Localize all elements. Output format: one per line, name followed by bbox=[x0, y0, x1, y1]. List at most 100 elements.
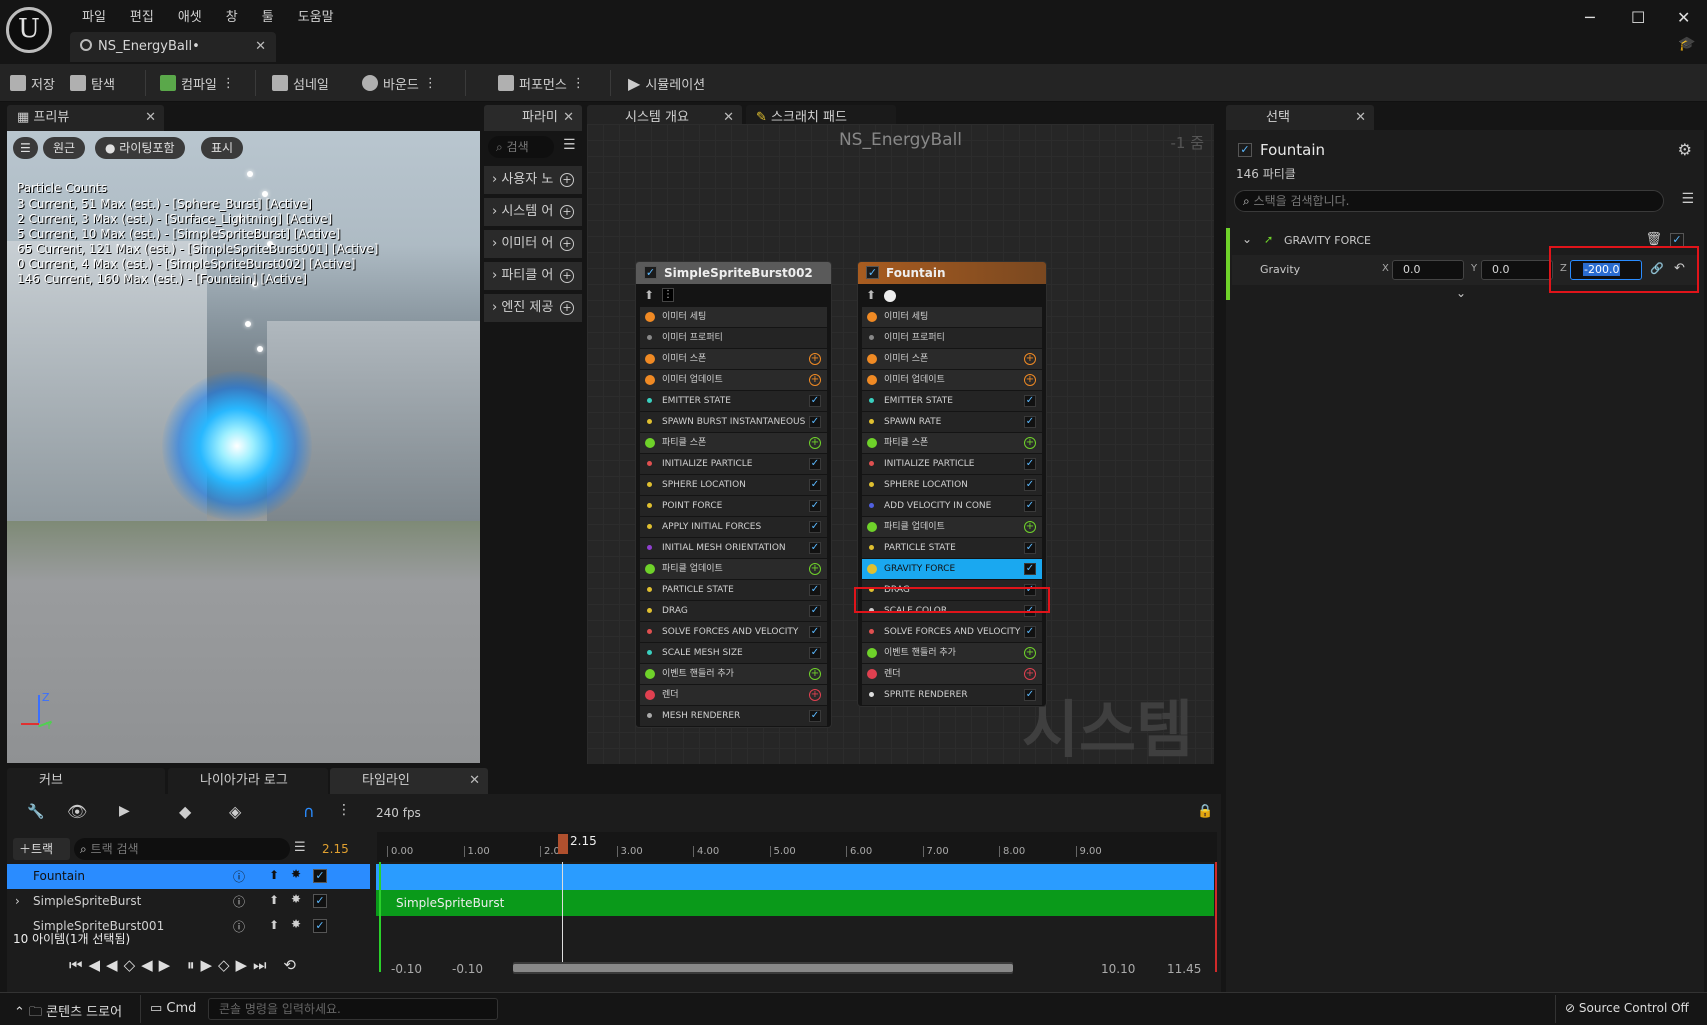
chevron-down-icon[interactable]: ⌄ bbox=[1242, 232, 1252, 246]
module-enable-checkbox[interactable]: ✓ bbox=[809, 458, 821, 470]
module-row[interactable]: SPAWN BURST INSTANTANEOUS ✓ bbox=[640, 412, 827, 432]
play-options-icon[interactable]: ▶ bbox=[119, 803, 130, 819]
module-row[interactable]: MESH RENDERER ✓ bbox=[640, 706, 827, 726]
add-module-icon[interactable]: + bbox=[1024, 668, 1036, 680]
module-enable-checkbox[interactable]: ✓ bbox=[1024, 689, 1036, 701]
module-row[interactable]: EMITTER STATE ✓ bbox=[862, 391, 1042, 411]
module-row[interactable]: SOLVE FORCES AND VELOCITY ✓ bbox=[862, 622, 1042, 642]
show-button[interactable]: 표시 bbox=[201, 137, 244, 159]
module-row[interactable]: PARTICLE STATE ✓ bbox=[640, 580, 827, 600]
cmd-button[interactable]: ▭ Cmd bbox=[150, 1001, 196, 1016]
parameter-category[interactable]: › 이미터 어 + bbox=[484, 230, 582, 258]
module-row[interactable]: ADD VELOCITY IN CONE ✓ bbox=[862, 496, 1042, 516]
module-row[interactable]: 이벤트 핸들러 추가 + bbox=[640, 664, 827, 684]
module-enable-checkbox[interactable]: ✓ bbox=[1024, 500, 1036, 512]
emitter-node-simplespriteburst002[interactable]: ✓ SimpleSpriteBurst002 ⬆ ⋮ 이미터 세팅 이미터 프로퍼티… bbox=[635, 261, 832, 728]
magnet-icon[interactable]: ∩ bbox=[303, 802, 315, 821]
view-end-field[interactable]: 10.10 bbox=[1101, 962, 1135, 976]
module-row[interactable]: 파티클 업데이트 + bbox=[862, 517, 1042, 537]
gravity-x-field[interactable]: 0.0 bbox=[1392, 260, 1464, 280]
track-row[interactable]: › SimpleSpriteBurst ⓘ ⬆ ✸ ✓ bbox=[7, 889, 370, 914]
add-parameter-icon[interactable]: + bbox=[560, 173, 574, 187]
simplespriteburst-track-bar[interactable]: SimpleSpriteBurst bbox=[376, 890, 1214, 916]
range-end-field[interactable]: 11.45 bbox=[1167, 962, 1201, 976]
module-row[interactable]: 이미터 업데이트 + bbox=[862, 370, 1042, 390]
tab-selection[interactable]: 선택 ✕ bbox=[1226, 105, 1374, 131]
parameter-category[interactable]: › 시스템 어 + bbox=[484, 198, 582, 226]
sprite-icon[interactable]: ✸ bbox=[291, 867, 301, 881]
emitter-figure-icon[interactable]: ⬆ bbox=[269, 918, 279, 932]
module-enable-checkbox[interactable]: ✓ bbox=[809, 605, 821, 617]
module-row[interactable]: SPHERE LOCATION ✓ bbox=[640, 475, 827, 495]
info-icon[interactable]: ⓘ bbox=[233, 893, 245, 910]
tab-parameters[interactable]: 파라미 ✕ bbox=[484, 105, 582, 131]
close-tab-icon[interactable]: ✕ bbox=[1355, 105, 1366, 131]
more-icon[interactable]: ⋮ bbox=[572, 76, 585, 91]
tab-timeline[interactable]: 타임라인 ✕ bbox=[330, 768, 488, 794]
emitter-node-fountain[interactable]: ✓ Fountain ⬆ 이미터 세팅 이미터 프로퍼티 이미터 스폰 + 이미터 업데이… bbox=[857, 261, 1047, 707]
close-tab-icon[interactable]: ✕ bbox=[469, 768, 480, 794]
module-row[interactable]: 이미터 세팅 bbox=[862, 307, 1042, 327]
module-row[interactable]: 이미터 프로퍼티 bbox=[640, 328, 827, 348]
module-enable-checkbox[interactable]: ✓ bbox=[1024, 458, 1036, 470]
track-row[interactable]: Fountain ⓘ ⬆ ✸ ✓ bbox=[7, 864, 370, 889]
gravity-y-field[interactable]: 0.0 bbox=[1481, 260, 1553, 280]
add-module-icon[interactable]: + bbox=[1024, 647, 1036, 659]
add-module-icon[interactable]: + bbox=[809, 563, 821, 575]
emitter-figure-icon[interactable]: ⬆ bbox=[269, 893, 279, 907]
document-tab[interactable]: NS_EnergyBall• ✕ bbox=[70, 32, 276, 62]
filter-icon[interactable]: ☰ bbox=[294, 840, 306, 855]
module-row[interactable]: APPLY INITIAL FORCES ✓ bbox=[640, 517, 827, 537]
add-parameter-icon[interactable]: + bbox=[560, 269, 574, 283]
add-module-icon[interactable]: + bbox=[1024, 437, 1036, 449]
module-enable-checkbox[interactable]: ✓ bbox=[809, 584, 821, 596]
add-parameter-icon[interactable]: + bbox=[560, 301, 574, 315]
emitter-more-icon[interactable]: ⋮ bbox=[662, 288, 674, 302]
module-enable-checkbox[interactable]: ✓ bbox=[1024, 542, 1036, 554]
module-enable-checkbox[interactable]: ✓ bbox=[809, 710, 821, 722]
content-drawer-button[interactable]: ⌃ 🗀 콘텐츠 드로어 bbox=[14, 1001, 122, 1025]
menu-item[interactable]: 도움말 bbox=[286, 6, 346, 25]
close-tab-icon[interactable]: ✕ bbox=[145, 105, 156, 131]
fountain-track-bar[interactable] bbox=[376, 864, 1214, 890]
preview-viewport[interactable]: ☰ 원근 ● 라이팅포함 표시 Particle Counts 3 Curren… bbox=[7, 131, 480, 763]
module-row[interactable]: 이미터 세팅 bbox=[640, 307, 827, 327]
close-tab-icon[interactable]: ✕ bbox=[255, 32, 266, 62]
module-row[interactable]: POINT FORCE ✓ bbox=[640, 496, 827, 516]
module-row[interactable]: INITIALIZE PARTICLE ✓ bbox=[862, 454, 1042, 474]
close-window-button[interactable]: ✕ bbox=[1677, 8, 1690, 27]
parameter-search-input[interactable]: ⌕ 검색 bbox=[488, 136, 554, 158]
info-icon[interactable]: ⓘ bbox=[233, 918, 245, 935]
menu-item[interactable]: 애셋 bbox=[166, 6, 214, 25]
trash-icon[interactable]: 🗑 bbox=[1645, 232, 1662, 247]
module-enable-checkbox[interactable]: ✓ bbox=[809, 647, 821, 659]
current-time-field[interactable]: 2.15 bbox=[322, 842, 349, 856]
console-command-input[interactable]: 콘솔 명령을 입력하세요. bbox=[208, 998, 498, 1020]
transport-controls[interactable]: ⏮◀◀◇◀▶ ⏸▶◇▶⏭ ⟲ bbox=[69, 956, 302, 974]
close-tab-icon[interactable]: ✕ bbox=[563, 105, 574, 131]
timeline-scrollbar[interactable] bbox=[513, 962, 1013, 974]
scrollbar-thumb[interactable] bbox=[513, 964, 1013, 972]
parameter-category[interactable]: › 파티클 어 + bbox=[484, 262, 582, 290]
module-row[interactable]: SCALE MESH SIZE ✓ bbox=[640, 643, 827, 663]
module-enable-checkbox[interactable]: ✓ bbox=[809, 626, 821, 638]
module-row[interactable]: 이미터 스폰 + bbox=[640, 349, 827, 369]
module-row[interactable]: 이미터 업데이트 + bbox=[640, 370, 827, 390]
module-enable-checkbox[interactable]: ✓ bbox=[1024, 416, 1036, 428]
minimize-button[interactable]: ─ bbox=[1585, 8, 1595, 27]
module-row[interactable]: 파티클 스폰 + bbox=[862, 433, 1042, 453]
tab-preview[interactable]: ▦ 프리뷰 ✕ bbox=[7, 105, 164, 131]
track-enable-checkbox[interactable]: ✓ bbox=[313, 919, 327, 933]
emitter-enable-checkbox[interactable]: ✓ bbox=[866, 266, 879, 279]
sprite-icon[interactable]: ✸ bbox=[291, 892, 301, 906]
module-row[interactable]: INITIALIZE PARTICLE ✓ bbox=[640, 454, 827, 474]
fps-label[interactable]: 240 fps bbox=[376, 806, 421, 820]
add-module-icon[interactable]: + bbox=[809, 689, 821, 701]
filter-icon[interactable]: ☰ bbox=[563, 137, 576, 153]
parameter-category[interactable]: › 사용자 노 + bbox=[484, 166, 582, 194]
menu-item[interactable]: 파일 bbox=[70, 6, 118, 25]
emitter-node-header[interactable]: ✓ Fountain bbox=[858, 262, 1046, 284]
thumbnail-button[interactable]: 섬네일 bbox=[272, 72, 329, 94]
module-enable-checkbox[interactable]: ✓ bbox=[809, 395, 821, 407]
time-ruler[interactable]: 0.00 1.00 2.00 3.00 4.00 5.00 6.00 7.00 8.00 9.00… bbox=[377, 832, 1217, 862]
